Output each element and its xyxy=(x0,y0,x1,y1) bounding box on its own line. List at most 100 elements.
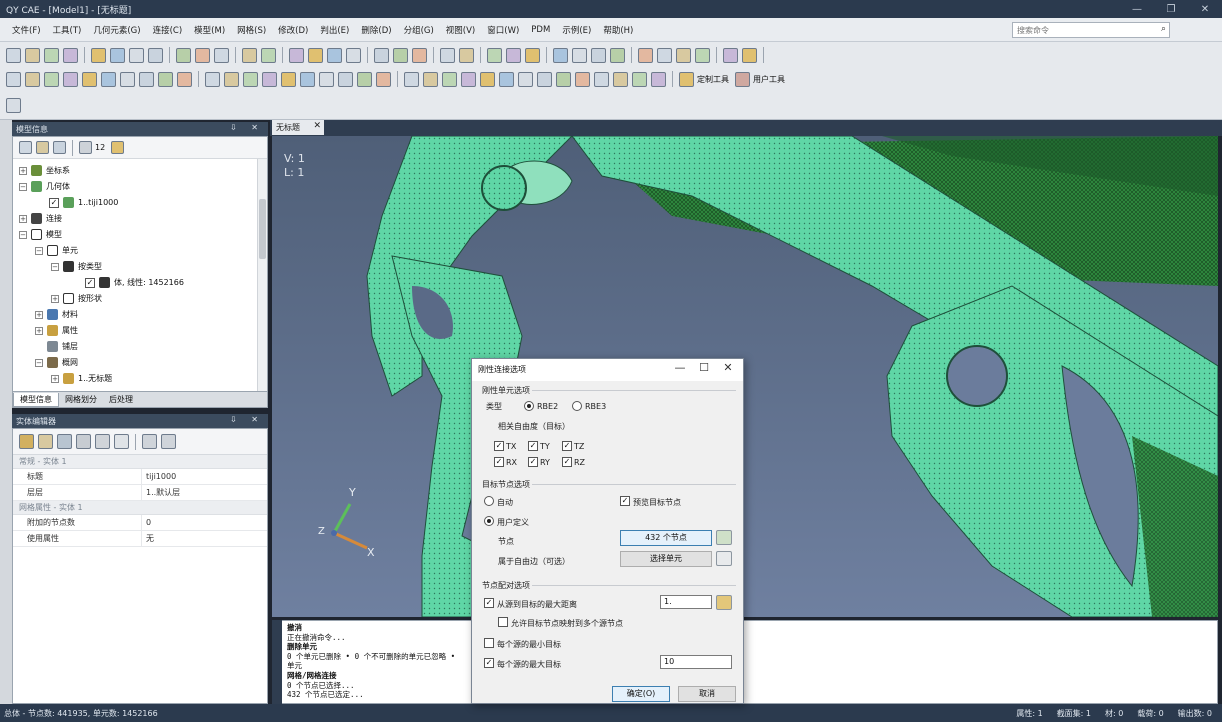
tool-icon[interactable] xyxy=(63,47,78,63)
tool-icon[interactable] xyxy=(553,47,568,63)
tab-model-info[interactable]: 模型信息 xyxy=(13,392,59,407)
menu-file[interactable]: 文件(F) xyxy=(6,24,47,36)
custom-tools-icon[interactable] xyxy=(679,71,694,87)
command-search-input[interactable]: 搜索命令 ⌕ xyxy=(1012,22,1170,38)
tool-icon[interactable] xyxy=(537,71,552,87)
clipboard-icon[interactable] xyxy=(38,434,53,449)
pin-icon[interactable] xyxy=(142,434,157,449)
tree-item-connection[interactable]: + 连接 xyxy=(19,213,62,224)
panel-controls[interactable]: ⇩ ✕ xyxy=(230,123,264,132)
tree-item-model[interactable]: − 模型 xyxy=(19,229,62,240)
tool-icon[interactable] xyxy=(120,71,135,87)
tool-icon[interactable] xyxy=(487,47,502,63)
tool-icon[interactable] xyxy=(6,71,21,87)
close-tab-icon[interactable]: ✕ xyxy=(313,121,321,131)
tool-icon[interactable] xyxy=(572,47,587,63)
tool-icon[interactable] xyxy=(506,47,521,63)
refresh-icon[interactable] xyxy=(57,434,72,449)
tool-icon[interactable] xyxy=(6,47,21,63)
tool-icon[interactable] xyxy=(346,47,361,63)
type-rbe3-radio[interactable] xyxy=(572,401,582,411)
tool-icon[interactable] xyxy=(25,47,40,63)
tool-icon[interactable] xyxy=(110,47,125,63)
max-target-checkbox[interactable]: ✓ xyxy=(484,658,494,668)
tree-item-layup[interactable]: 铺层 xyxy=(47,341,78,352)
menu-list[interactable]: 判出(E) xyxy=(314,24,355,36)
menu-model[interactable]: 模型(M) xyxy=(188,24,231,36)
tool-icon[interactable] xyxy=(195,47,210,63)
tool-icon[interactable] xyxy=(638,47,653,63)
max-distance-input[interactable]: 1. xyxy=(660,595,712,609)
tool-icon[interactable] xyxy=(575,71,590,87)
tool-icon[interactable] xyxy=(610,47,625,63)
tool-icon[interactable] xyxy=(224,71,239,87)
menu-geometry[interactable]: 几何元素(G) xyxy=(87,24,146,36)
tool-icon[interactable] xyxy=(613,71,628,87)
minimize-button[interactable]: — xyxy=(1120,0,1154,18)
close-button[interactable]: ✕ xyxy=(1188,0,1222,18)
tool-icon[interactable] xyxy=(442,71,457,87)
custom-tools-button[interactable]: 定制工具 xyxy=(697,74,729,85)
menu-pdm[interactable]: PDM xyxy=(525,25,556,35)
tool-icon[interactable] xyxy=(129,47,144,63)
dialog-maximize-button[interactable]: ☐ xyxy=(693,361,715,374)
tool-icon[interactable] xyxy=(101,71,116,87)
pick-nodes-icon[interactable] xyxy=(716,530,732,545)
tool-icon[interactable] xyxy=(243,71,258,87)
tool-icon[interactable] xyxy=(177,71,192,87)
measure-icon[interactable] xyxy=(716,595,732,610)
dialog-minimize-button[interactable]: — xyxy=(669,361,691,374)
tool-icon[interactable] xyxy=(376,71,391,87)
tool-icon[interactable] xyxy=(374,47,389,63)
tool-icon[interactable] xyxy=(214,47,229,63)
tool-icon[interactable] xyxy=(695,47,710,63)
user-tools-button[interactable]: 用户工具 xyxy=(753,74,785,85)
tree-item-element[interactable]: − 单元 xyxy=(35,245,78,256)
tool-icon[interactable] xyxy=(556,71,571,87)
tree-item-untitled[interactable]: +1..无标题 xyxy=(51,373,112,384)
tool-icon[interactable] xyxy=(44,47,59,63)
brush-icon[interactable] xyxy=(111,141,125,154)
select-element-button[interactable]: 选择单元 xyxy=(620,551,712,567)
tool-icon[interactable] xyxy=(25,71,40,87)
maximize-button[interactable]: ❐ xyxy=(1154,0,1188,18)
tree-item-coord[interactable]: + 坐标系 xyxy=(19,165,70,176)
filter-icon[interactable] xyxy=(36,141,49,154)
tool-icon[interactable] xyxy=(594,71,609,87)
tool-icon[interactable] xyxy=(158,71,173,87)
dof-ry-checkbox[interactable]: ✓ xyxy=(528,457,538,467)
tab-postprocess[interactable]: 后处理 xyxy=(103,393,139,407)
allow-multi-source-checkbox[interactable] xyxy=(498,617,508,627)
mode-user-radio[interactable] xyxy=(484,516,494,526)
tool-icon[interactable] xyxy=(676,47,691,63)
tree-item-material[interactable]: + 材料 xyxy=(35,309,78,320)
type-rbe2-radio[interactable] xyxy=(524,401,534,411)
tool-icon[interactable] xyxy=(148,47,163,63)
tool-icon[interactable] xyxy=(91,47,106,63)
tool-icon[interactable] xyxy=(262,71,277,87)
tree-item-mesh[interactable]: − 概网 xyxy=(35,357,78,368)
mode-auto-radio[interactable] xyxy=(484,496,494,506)
panel-controls[interactable]: ⇩ ✕ xyxy=(230,415,264,424)
search-icon[interactable]: ⌕ xyxy=(1161,24,1166,34)
tool-icon[interactable] xyxy=(289,47,304,63)
tool-icon[interactable] xyxy=(723,47,738,63)
tool-icon[interactable] xyxy=(357,71,372,87)
graphics-viewport[interactable]: Y X Z V: 1 L: 1 xyxy=(272,136,1218,617)
tool-icon[interactable] xyxy=(459,47,474,63)
tool-icon[interactable] xyxy=(742,47,757,63)
tool-icon[interactable] xyxy=(525,47,540,63)
nodes-select-button[interactable]: 432 个节点 xyxy=(620,530,712,546)
dof-tz-checkbox[interactable]: ✓ xyxy=(562,441,572,451)
tool-icon[interactable] xyxy=(327,47,342,63)
group-icon[interactable] xyxy=(53,141,66,154)
level-icon[interactable] xyxy=(79,141,92,154)
tool-icon[interactable] xyxy=(63,71,78,87)
tool-icon[interactable] xyxy=(319,71,334,87)
menu-delete[interactable]: 删除(D) xyxy=(355,24,397,36)
max-distance-checkbox[interactable]: ✓ xyxy=(484,598,494,608)
cancel-button[interactable]: 取消 xyxy=(678,686,736,702)
tree-item-by-shape[interactable]: + 按形状 xyxy=(51,293,102,304)
sort-icon[interactable] xyxy=(95,434,110,449)
tree-scrollbar[interactable] xyxy=(257,159,267,391)
